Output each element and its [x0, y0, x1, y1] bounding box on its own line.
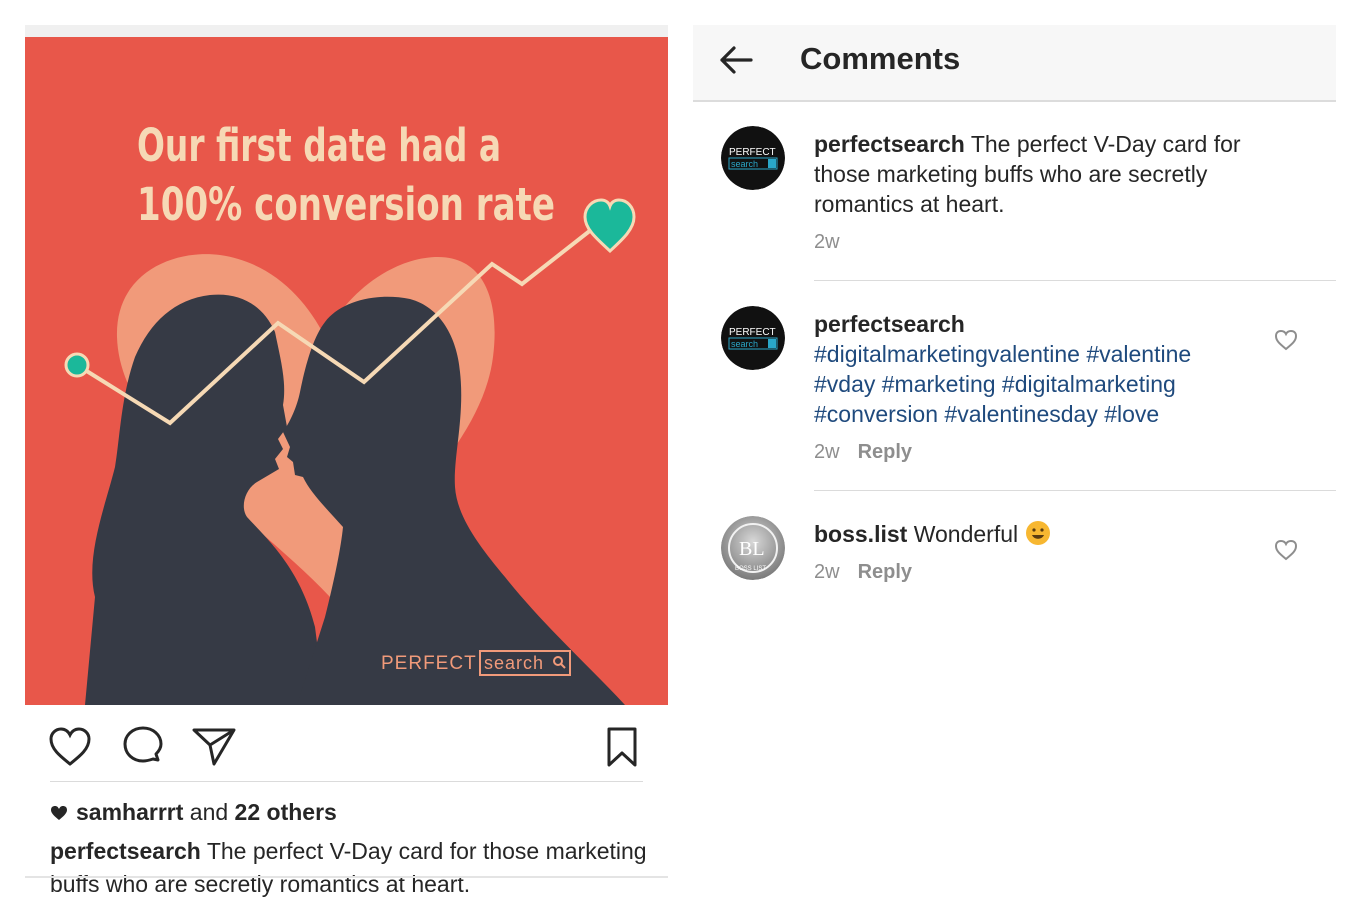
- avatar[interactable]: PERFECT search: [721, 306, 785, 370]
- post-caption: perfectsearch The perfect V-Day card for…: [50, 835, 650, 901]
- filled-heart-icon: [51, 805, 67, 820]
- comment-username[interactable]: perfectsearch: [814, 311, 965, 337]
- paper-plane-icon: [192, 728, 236, 766]
- comment-body: perfectsearch #digitalmarketingvalentine…: [814, 309, 1254, 429]
- comment-hashtags[interactable]: #digitalmarketingvalentine #valentine #v…: [814, 341, 1191, 427]
- comment-meta: 2w: [814, 231, 840, 254]
- liked-by-username[interactable]: samharrrt: [76, 799, 183, 825]
- comment-body: perfectsearch The perfect V-Day card for…: [814, 129, 1264, 219]
- comment-like-button[interactable]: [1271, 325, 1301, 355]
- avatar-text-perfect: PERFECT: [729, 327, 776, 338]
- back-button[interactable]: [715, 39, 757, 81]
- post-image[interactable]: Our first date had a 100% conversion rat…: [25, 37, 668, 705]
- avatar[interactable]: BL BOSS LIST: [721, 516, 785, 580]
- comment-body: boss.list Wonderful: [814, 519, 1264, 549]
- comment-button[interactable]: [120, 724, 166, 770]
- comment-time: 2w: [814, 441, 840, 463]
- avatar-text-perfect: PERFECT: [729, 147, 776, 158]
- heart-outline-icon: [49, 727, 91, 766]
- avatar-subtext: BOSS LIST: [735, 566, 766, 572]
- heart-outline-icon: [1274, 329, 1298, 351]
- divider: [50, 781, 643, 782]
- divider: [814, 280, 1336, 281]
- comment-bubble-icon: [123, 726, 163, 763]
- divider: [814, 490, 1336, 491]
- comment-text: Wonderful: [913, 521, 1019, 547]
- comments-title: Comments: [800, 41, 961, 76]
- smiley-emoji-icon: [1025, 521, 1050, 545]
- avatar-text-search: search: [731, 339, 758, 349]
- headline-line-2: 100% conversion rate: [137, 178, 555, 231]
- bookmark-icon: [607, 727, 637, 767]
- comments-screen: Comments PERFECT search perfectsearch Th…: [693, 25, 1336, 885]
- save-bookmark-button[interactable]: [599, 724, 645, 770]
- avatar-initials: BL: [739, 538, 765, 560]
- heart-outline-icon: [1274, 539, 1298, 561]
- post-bottom-bar: [25, 876, 668, 878]
- instagram-post: Our first date had a 100% conversion rat…: [25, 25, 668, 897]
- trend-start-dot: [64, 352, 90, 378]
- caption-username[interactable]: perfectsearch: [50, 838, 201, 864]
- comment-username[interactable]: boss.list: [814, 521, 907, 547]
- post-action-bar: [25, 705, 668, 781]
- comment-time: 2w: [814, 561, 840, 583]
- headline-line-1: Our first date had a: [137, 119, 501, 172]
- comment-username[interactable]: perfectsearch: [814, 131, 965, 157]
- likes-connector: and: [189, 799, 229, 825]
- comments-header: Comments: [693, 25, 1336, 102]
- likes-summary[interactable]: samharrrt and 22 others: [50, 799, 337, 826]
- brand-logo-word: PERFECT: [381, 653, 477, 674]
- avatar-text-search: search: [731, 159, 758, 169]
- share-button[interactable]: [191, 724, 237, 770]
- comment-like-button[interactable]: [1271, 535, 1301, 565]
- reply-button[interactable]: Reply: [858, 561, 912, 584]
- comment-time: 2w: [814, 231, 840, 253]
- avatar[interactable]: PERFECT search: [721, 126, 785, 190]
- comment-meta: 2w Reply: [814, 441, 912, 464]
- brand-logo-search: search: [484, 653, 544, 673]
- likes-others-count[interactable]: 22 others: [235, 799, 337, 825]
- reply-button[interactable]: Reply: [858, 441, 912, 464]
- like-button[interactable]: [47, 724, 93, 770]
- arrow-left-icon: [720, 46, 753, 74]
- comment-meta: 2w Reply: [814, 561, 912, 584]
